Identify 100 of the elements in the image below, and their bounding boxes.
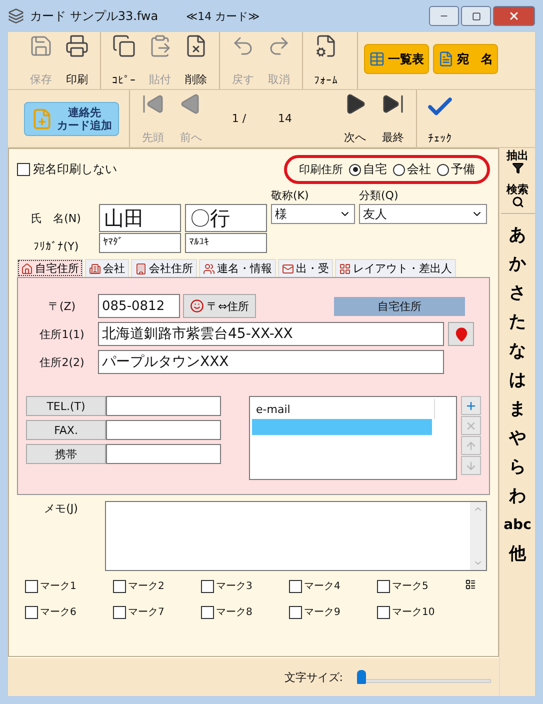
honorific-label: 敬称(K) xyxy=(271,188,310,203)
mark-checkbox[interactable]: マーク2 xyxy=(113,579,201,593)
section-tab[interactable]: 出・受 xyxy=(278,259,333,277)
address1-field[interactable]: 北海道釧路市紫雲台45-XX-XX xyxy=(98,322,444,346)
category-dropdown[interactable]: 友人 xyxy=(359,204,487,224)
record-position: 1 / xyxy=(230,112,248,125)
list-icon[interactable] xyxy=(465,579,476,590)
save-icon xyxy=(29,34,53,58)
arrow-up-icon xyxy=(465,440,477,452)
last-button[interactable]: 最終 xyxy=(376,90,410,147)
phone-field[interactable] xyxy=(106,396,221,416)
maximize-icon xyxy=(472,12,480,20)
add-card-icon xyxy=(31,108,53,130)
card-count: ≪14 カード≫ xyxy=(186,8,260,24)
mark-checkbox[interactable]: マーク10 xyxy=(377,605,465,619)
form-button[interactable]: ﾌｫｰﾑ xyxy=(309,32,343,89)
index-button[interactable]: ま xyxy=(509,394,526,423)
address-radio[interactable]: 会社 xyxy=(393,161,431,178)
section-tab[interactable]: 会社住所 xyxy=(131,259,197,277)
mark-checkbox[interactable]: マーク1 xyxy=(25,579,113,593)
postal-label: 〒(Z) xyxy=(47,298,77,314)
maximize-button[interactable] xyxy=(461,6,491,26)
postal-convert-button[interactable]: 〒⇔住所 xyxy=(183,294,256,318)
postal-code-field[interactable]: 085-0812 xyxy=(98,294,180,318)
memo-label: メモ(J) xyxy=(43,501,79,517)
grid-icon xyxy=(339,262,351,274)
search-button[interactable]: 検索 xyxy=(506,182,528,210)
address-radio[interactable]: 予備 xyxy=(437,161,475,178)
map-pin-button[interactable] xyxy=(448,322,474,346)
phone-label: TEL.(T) xyxy=(26,396,106,416)
section-tab[interactable]: 連名・情報 xyxy=(199,259,276,277)
filter-button[interactable]: 抽出 xyxy=(506,148,528,176)
list-view-button[interactable]: 一覧表 xyxy=(364,44,429,74)
index-button[interactable]: 他 xyxy=(509,539,526,568)
slider-thumb[interactable] xyxy=(357,670,366,684)
memo-field[interactable] xyxy=(105,501,487,571)
add-button[interactable] xyxy=(461,396,481,415)
address1-label: 住所1(1) xyxy=(38,326,86,342)
add-contact-button[interactable]: 連絡先 カード追加 xyxy=(24,102,119,136)
index-button[interactable]: abc xyxy=(504,510,532,539)
mark-checkbox[interactable]: マーク4 xyxy=(289,579,377,593)
phone-label: FAX. xyxy=(26,420,106,440)
name-label: 氏 名(N) xyxy=(30,210,82,226)
map-pin-icon xyxy=(454,326,468,342)
category-label: 分類(Q) xyxy=(359,188,400,203)
plus-icon xyxy=(465,400,477,412)
arrow-down-icon xyxy=(465,460,477,472)
index-button[interactable]: か xyxy=(509,249,526,278)
address2-field[interactable]: パープルタウンXXX xyxy=(98,350,444,374)
house-icon xyxy=(21,262,33,274)
section-tab[interactable]: 会社 xyxy=(85,259,129,277)
index-button[interactable]: わ xyxy=(509,481,526,510)
index-button[interactable]: た xyxy=(509,307,526,336)
mark-checkbox[interactable]: マーク7 xyxy=(113,605,201,619)
section-tab[interactable]: 自宅住所 xyxy=(17,259,83,277)
honorific-dropdown[interactable]: 様 xyxy=(271,204,355,224)
mark-checkbox[interactable]: マーク8 xyxy=(201,605,289,619)
building-icon xyxy=(135,262,147,274)
no-print-checkbox[interactable]: 宛名印刷しない xyxy=(17,161,117,178)
furigana-label: ﾌﾘｶﾞﾅ(Y) xyxy=(32,240,80,253)
mark-checkbox[interactable]: マーク6 xyxy=(25,605,113,619)
last-name-field[interactable]: 山田 xyxy=(99,204,181,232)
section-tab[interactable]: レイアウト・差出人 xyxy=(335,259,456,277)
index-button[interactable]: ら xyxy=(509,452,526,481)
email-list[interactable]: e-mail xyxy=(249,396,457,480)
close-icon xyxy=(508,10,520,22)
index-button[interactable]: は xyxy=(509,365,526,394)
font-size-label: 文字サイズ: xyxy=(284,670,343,684)
print-button[interactable]: 印刷 xyxy=(60,32,94,89)
phone-label: 携帯 xyxy=(26,444,106,464)
mark-checkbox[interactable]: マーク5 xyxy=(377,579,465,593)
print-address-label: 印刷住所 xyxy=(299,162,343,177)
section-heading: 自宅住所 xyxy=(334,296,465,316)
cross-icon xyxy=(465,420,477,432)
mark-checkbox[interactable]: マーク3 xyxy=(201,579,289,593)
phone-field[interactable] xyxy=(106,420,221,440)
filter-icon xyxy=(512,162,524,174)
delete-button[interactable]: 削除 xyxy=(179,32,213,89)
first-name-field[interactable]: 〇行 xyxy=(185,204,267,232)
check-button[interactable]: ﾁｪｯｸ xyxy=(423,90,457,147)
window-title: カード サンプル33.fwa xyxy=(30,8,158,24)
copy-button[interactable]: ｺﾋﾟｰ xyxy=(107,32,141,89)
envelope-icon xyxy=(282,262,294,274)
mark-checkbox[interactable]: マーク9 xyxy=(289,605,377,619)
close-button[interactable] xyxy=(493,6,535,26)
font-size-slider[interactable] xyxy=(357,669,491,685)
last-furigana-field[interactable]: ﾔﾏﾀﾞ xyxy=(99,233,181,253)
scrollbar[interactable] xyxy=(470,502,486,570)
print-icon xyxy=(65,34,89,58)
next-button[interactable]: 次へ xyxy=(338,90,372,147)
index-button[interactable]: さ xyxy=(509,278,526,307)
first-furigana-field[interactable]: ﾏﾙﾕｷ xyxy=(185,233,267,253)
table-icon xyxy=(369,51,385,67)
index-button[interactable]: や xyxy=(509,423,526,452)
address-view-button[interactable]: 宛 名 xyxy=(433,44,498,74)
index-button[interactable]: あ xyxy=(509,220,526,249)
address-radio[interactable]: 自宅 xyxy=(349,161,387,178)
index-button[interactable]: な xyxy=(509,336,526,365)
phone-field[interactable] xyxy=(106,444,221,464)
smiley-icon xyxy=(190,299,204,313)
